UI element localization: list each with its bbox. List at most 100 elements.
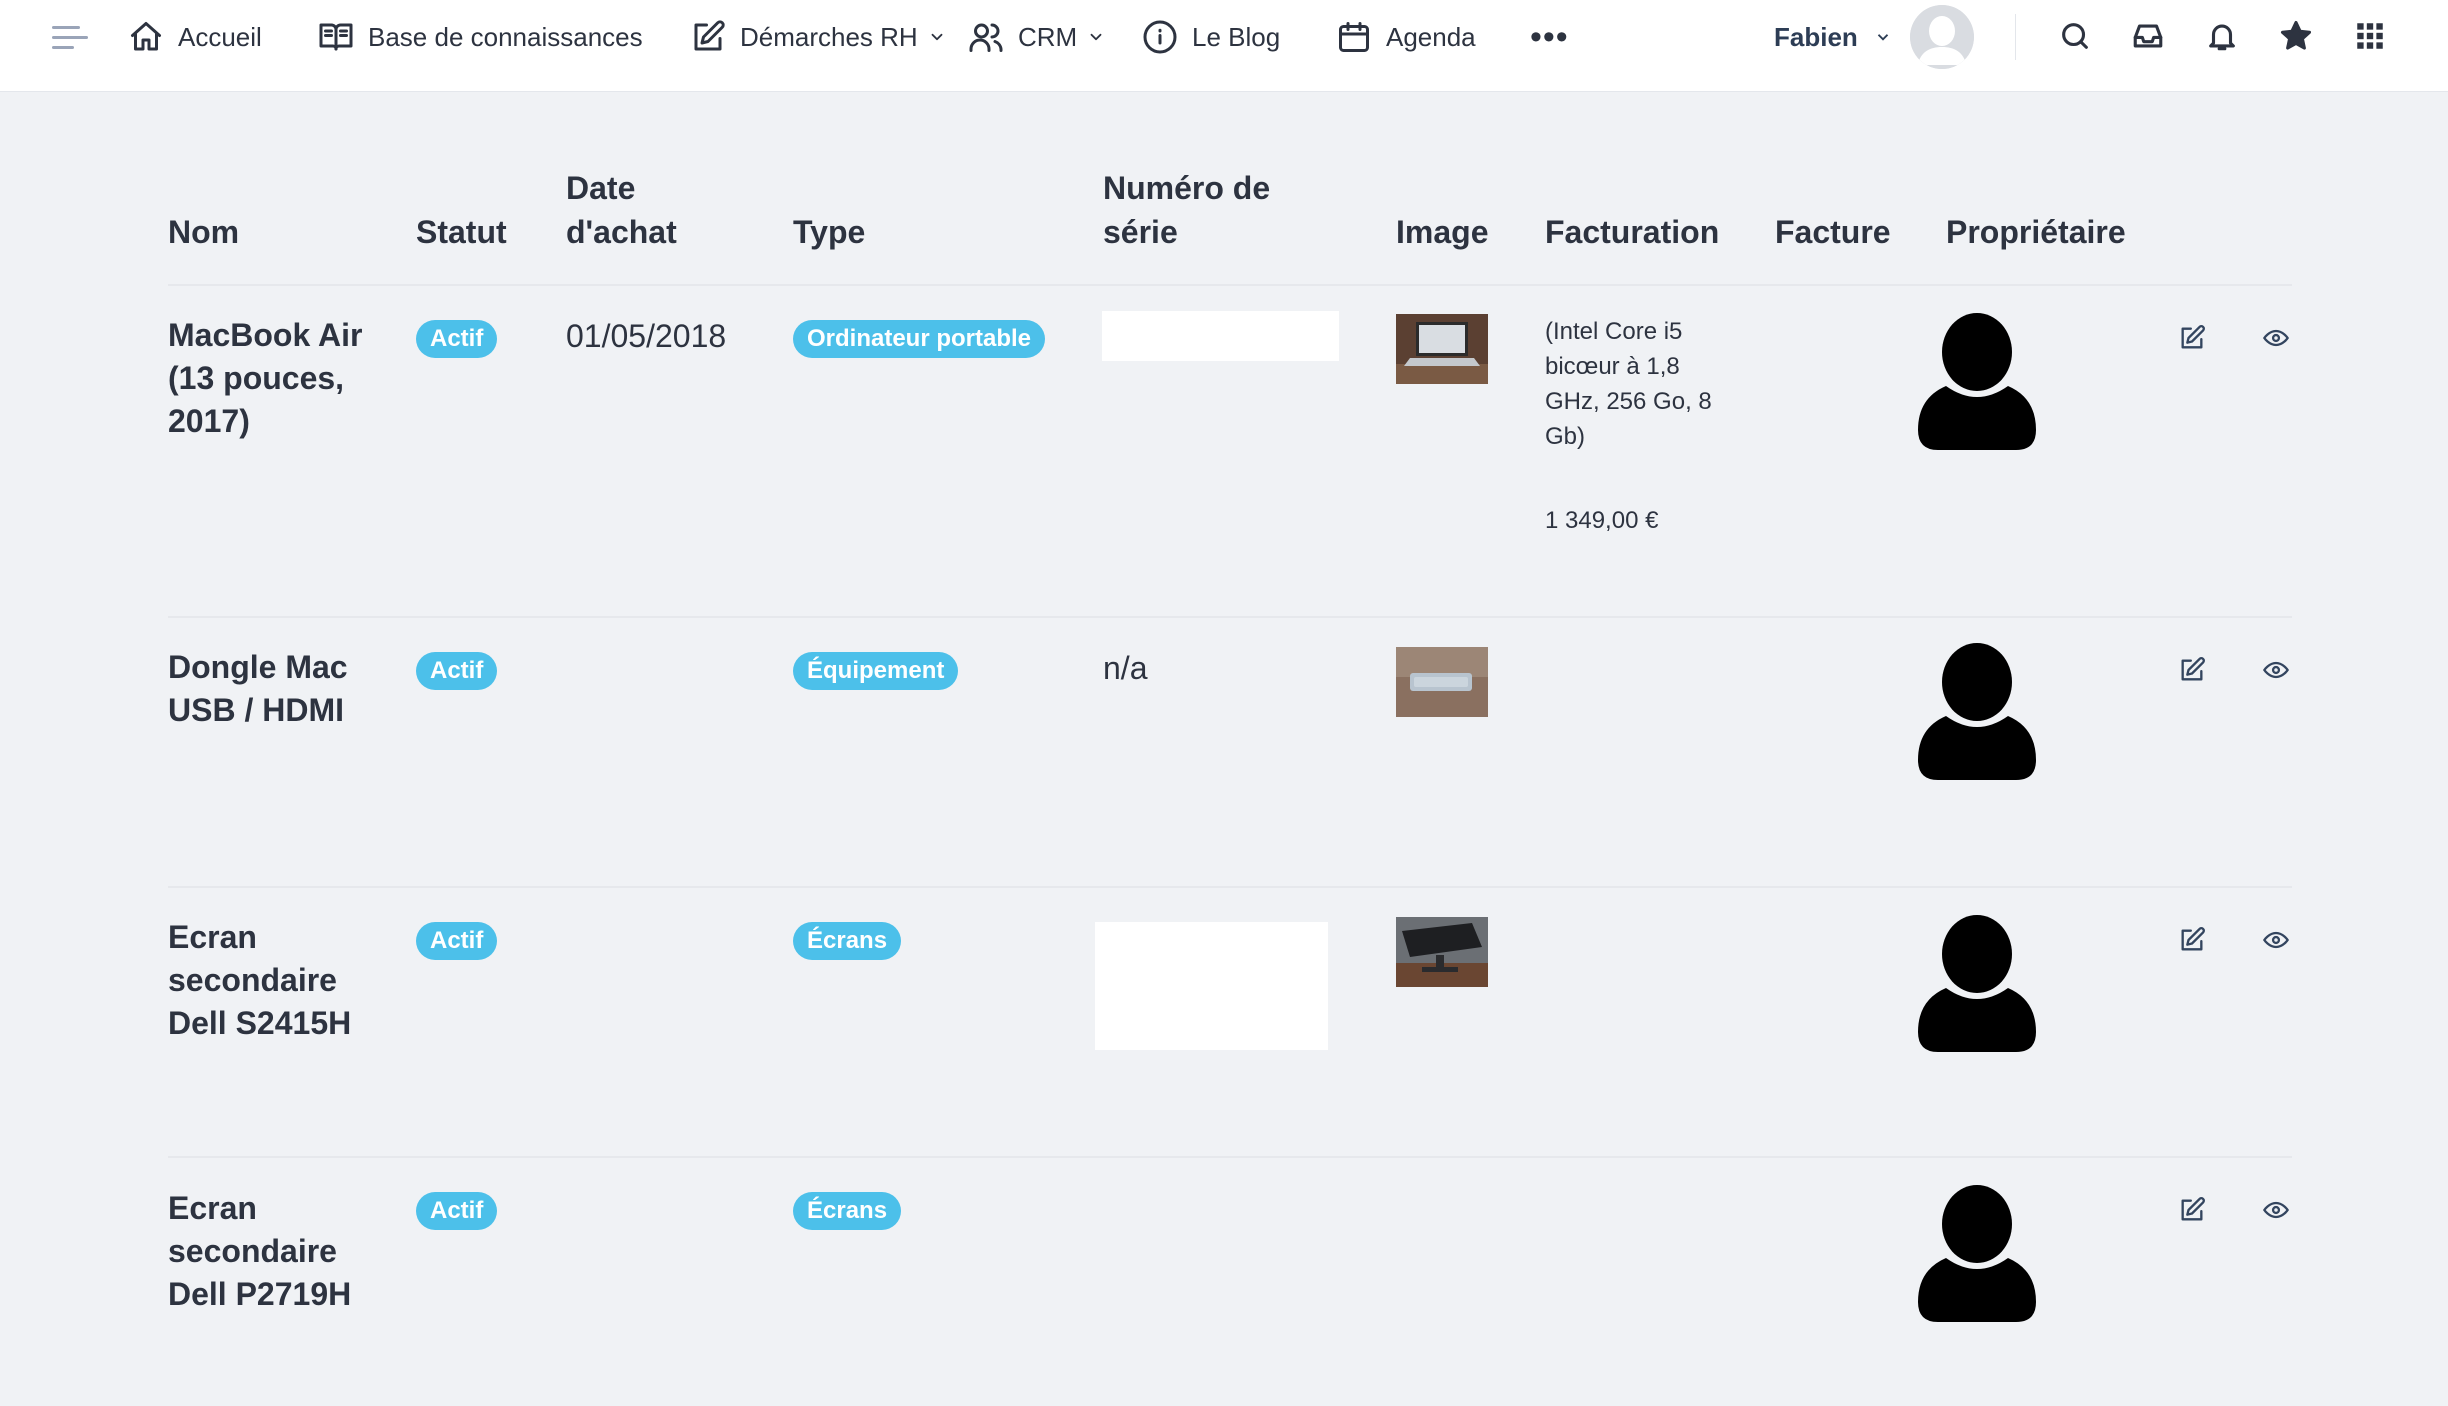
status-badge: Actif bbox=[416, 320, 498, 358]
monitor-photo-icon bbox=[1396, 917, 1488, 987]
nav-item-label: Accueil bbox=[178, 21, 262, 52]
user-silhouette-icon bbox=[1918, 643, 2036, 780]
column-header-type[interactable]: Type bbox=[793, 210, 865, 254]
asset-name-link[interactable]: MacBook Air (13 pouces, 2017) bbox=[168, 314, 362, 443]
nav-item-label: Agenda bbox=[1386, 21, 1476, 52]
edit-icon bbox=[2181, 657, 2205, 681]
name-line: Dell P2719H bbox=[168, 1276, 352, 1312]
row-divider bbox=[168, 1156, 2292, 1158]
name-line: secondaire bbox=[168, 1233, 337, 1269]
edit-icon bbox=[694, 20, 725, 51]
name-line: Ecran bbox=[168, 1190, 257, 1226]
nav-item-accueil[interactable]: Accueil bbox=[128, 0, 262, 74]
view-button[interactable] bbox=[2259, 321, 2293, 355]
nav-item-le-blog[interactable]: Le Blog bbox=[1142, 0, 1280, 74]
eye-icon bbox=[2263, 329, 2289, 347]
billing-line: Gb) bbox=[1545, 423, 1586, 450]
type-badge: Écrans bbox=[793, 922, 902, 960]
header-line: Date bbox=[566, 170, 636, 206]
apps-button[interactable] bbox=[2350, 16, 2390, 56]
edit-button[interactable] bbox=[2175, 321, 2209, 355]
chevron-down-icon bbox=[1090, 33, 1102, 41]
calendar-icon bbox=[1339, 22, 1369, 52]
topbar-divider bbox=[2015, 14, 2016, 60]
owner-avatar[interactable] bbox=[1916, 312, 2038, 452]
header-line: série bbox=[1103, 214, 1178, 250]
nav-item-label: Démarches RH bbox=[740, 21, 918, 52]
asset-thumbnail-dongle[interactable] bbox=[1396, 647, 1488, 717]
menu-toggle-icon[interactable] bbox=[52, 24, 88, 52]
chevron-down-icon bbox=[1877, 34, 1888, 41]
column-header-facturation[interactable]: Facturation bbox=[1545, 210, 1719, 254]
edit-button[interactable] bbox=[2175, 1193, 2209, 1227]
header-line: d'achat bbox=[566, 214, 677, 250]
column-header-proprietaire[interactable]: Propriétaire bbox=[1946, 210, 2126, 254]
asset-name-link[interactable]: Ecran secondaire Dell S2415H bbox=[168, 916, 351, 1045]
inbox-button[interactable] bbox=[2128, 16, 2168, 56]
column-header-facture[interactable]: Facture bbox=[1775, 210, 1891, 254]
type-badge: Équipement bbox=[793, 652, 959, 690]
search-button[interactable] bbox=[2055, 16, 2095, 56]
more-menu-icon[interactable]: ••• bbox=[1530, 20, 1569, 54]
info-icon bbox=[1143, 20, 1177, 54]
nav-item-demarches-rh[interactable]: Démarches RH bbox=[690, 0, 946, 74]
nav-item-label: CRM bbox=[1018, 21, 1078, 52]
name-line: MacBook Air bbox=[168, 317, 363, 353]
owner-avatar[interactable] bbox=[1916, 1184, 2038, 1324]
name-line: Dell S2415H bbox=[168, 1005, 352, 1041]
row-divider bbox=[168, 886, 2292, 888]
billing-price: 1 349,00 € bbox=[1545, 507, 1659, 534]
purchase-date: 01/05/2018 bbox=[566, 318, 727, 354]
nav-item-label: Le Blog bbox=[1192, 21, 1281, 52]
notifications-button[interactable] bbox=[2202, 16, 2242, 56]
asset-name-link[interactable]: Ecran secondaire Dell P2719H bbox=[168, 1187, 351, 1316]
column-header-date-achat[interactable]: Date d'achat bbox=[566, 166, 677, 254]
status-badge: Actif bbox=[416, 922, 498, 960]
user-menu[interactable]: Fabien bbox=[1774, 0, 1892, 74]
nav-item-base-de-connaissances[interactable]: Base de connaissances bbox=[318, 0, 643, 74]
owner-avatar[interactable] bbox=[1916, 914, 2038, 1054]
billing-line: (Intel Core i5 bbox=[1545, 318, 1683, 345]
users-icon bbox=[969, 23, 1003, 52]
view-button[interactable] bbox=[2259, 923, 2293, 957]
asset-thumbnail-monitor[interactable] bbox=[1396, 917, 1488, 987]
edit-button[interactable] bbox=[2175, 653, 2209, 687]
header-line: Numéro de bbox=[1103, 170, 1271, 206]
home-icon bbox=[131, 22, 161, 51]
owner-avatar[interactable] bbox=[1916, 642, 2038, 782]
asset-thumbnail-laptop[interactable] bbox=[1396, 314, 1488, 384]
user-avatar[interactable] bbox=[1910, 5, 1974, 69]
search-icon bbox=[2062, 23, 2088, 49]
view-button[interactable] bbox=[2259, 1193, 2293, 1227]
serial-number-field bbox=[1102, 311, 1339, 361]
asset-name-link[interactable]: Dongle Mac USB / HDMI bbox=[168, 646, 348, 732]
chevron-down-icon bbox=[931, 33, 943, 41]
column-header-numero-serie[interactable]: Numéro de série bbox=[1103, 166, 1270, 254]
user-name: Fabien bbox=[1774, 21, 1858, 52]
favorites-button[interactable] bbox=[2276, 16, 2316, 56]
type-badge: Écrans bbox=[793, 1192, 902, 1230]
user-silhouette-icon bbox=[1918, 915, 2036, 1052]
billing-line: bicœur à 1,8 bbox=[1545, 353, 1680, 380]
view-button[interactable] bbox=[2259, 653, 2293, 687]
edit-icon bbox=[2181, 1197, 2205, 1221]
edit-button[interactable] bbox=[2175, 923, 2209, 957]
column-header-image[interactable]: Image bbox=[1396, 210, 1488, 254]
user-silhouette-icon bbox=[1918, 313, 2036, 450]
column-header-nom[interactable]: Nom bbox=[168, 210, 239, 254]
column-header-statut[interactable]: Statut bbox=[416, 210, 507, 254]
row-divider bbox=[168, 616, 2292, 618]
name-line: Ecran bbox=[168, 919, 257, 955]
nav-item-crm[interactable]: CRM bbox=[968, 0, 1105, 74]
top-navigation-bar: Accueil Base de connaissances Démarches … bbox=[0, 0, 2448, 92]
book-icon bbox=[319, 23, 353, 51]
edit-icon bbox=[2181, 325, 2205, 349]
nav-item-agenda[interactable]: Agenda bbox=[1336, 0, 1476, 74]
user-silhouette-icon bbox=[1910, 5, 1974, 69]
edit-icon bbox=[2181, 927, 2205, 951]
billing-line: GHz, 256 Go, 8 bbox=[1545, 388, 1712, 415]
name-line: 2017) bbox=[168, 403, 250, 439]
inbox-icon bbox=[2133, 24, 2163, 48]
eye-icon bbox=[2263, 1201, 2289, 1219]
name-line: Dongle Mac bbox=[168, 649, 348, 685]
